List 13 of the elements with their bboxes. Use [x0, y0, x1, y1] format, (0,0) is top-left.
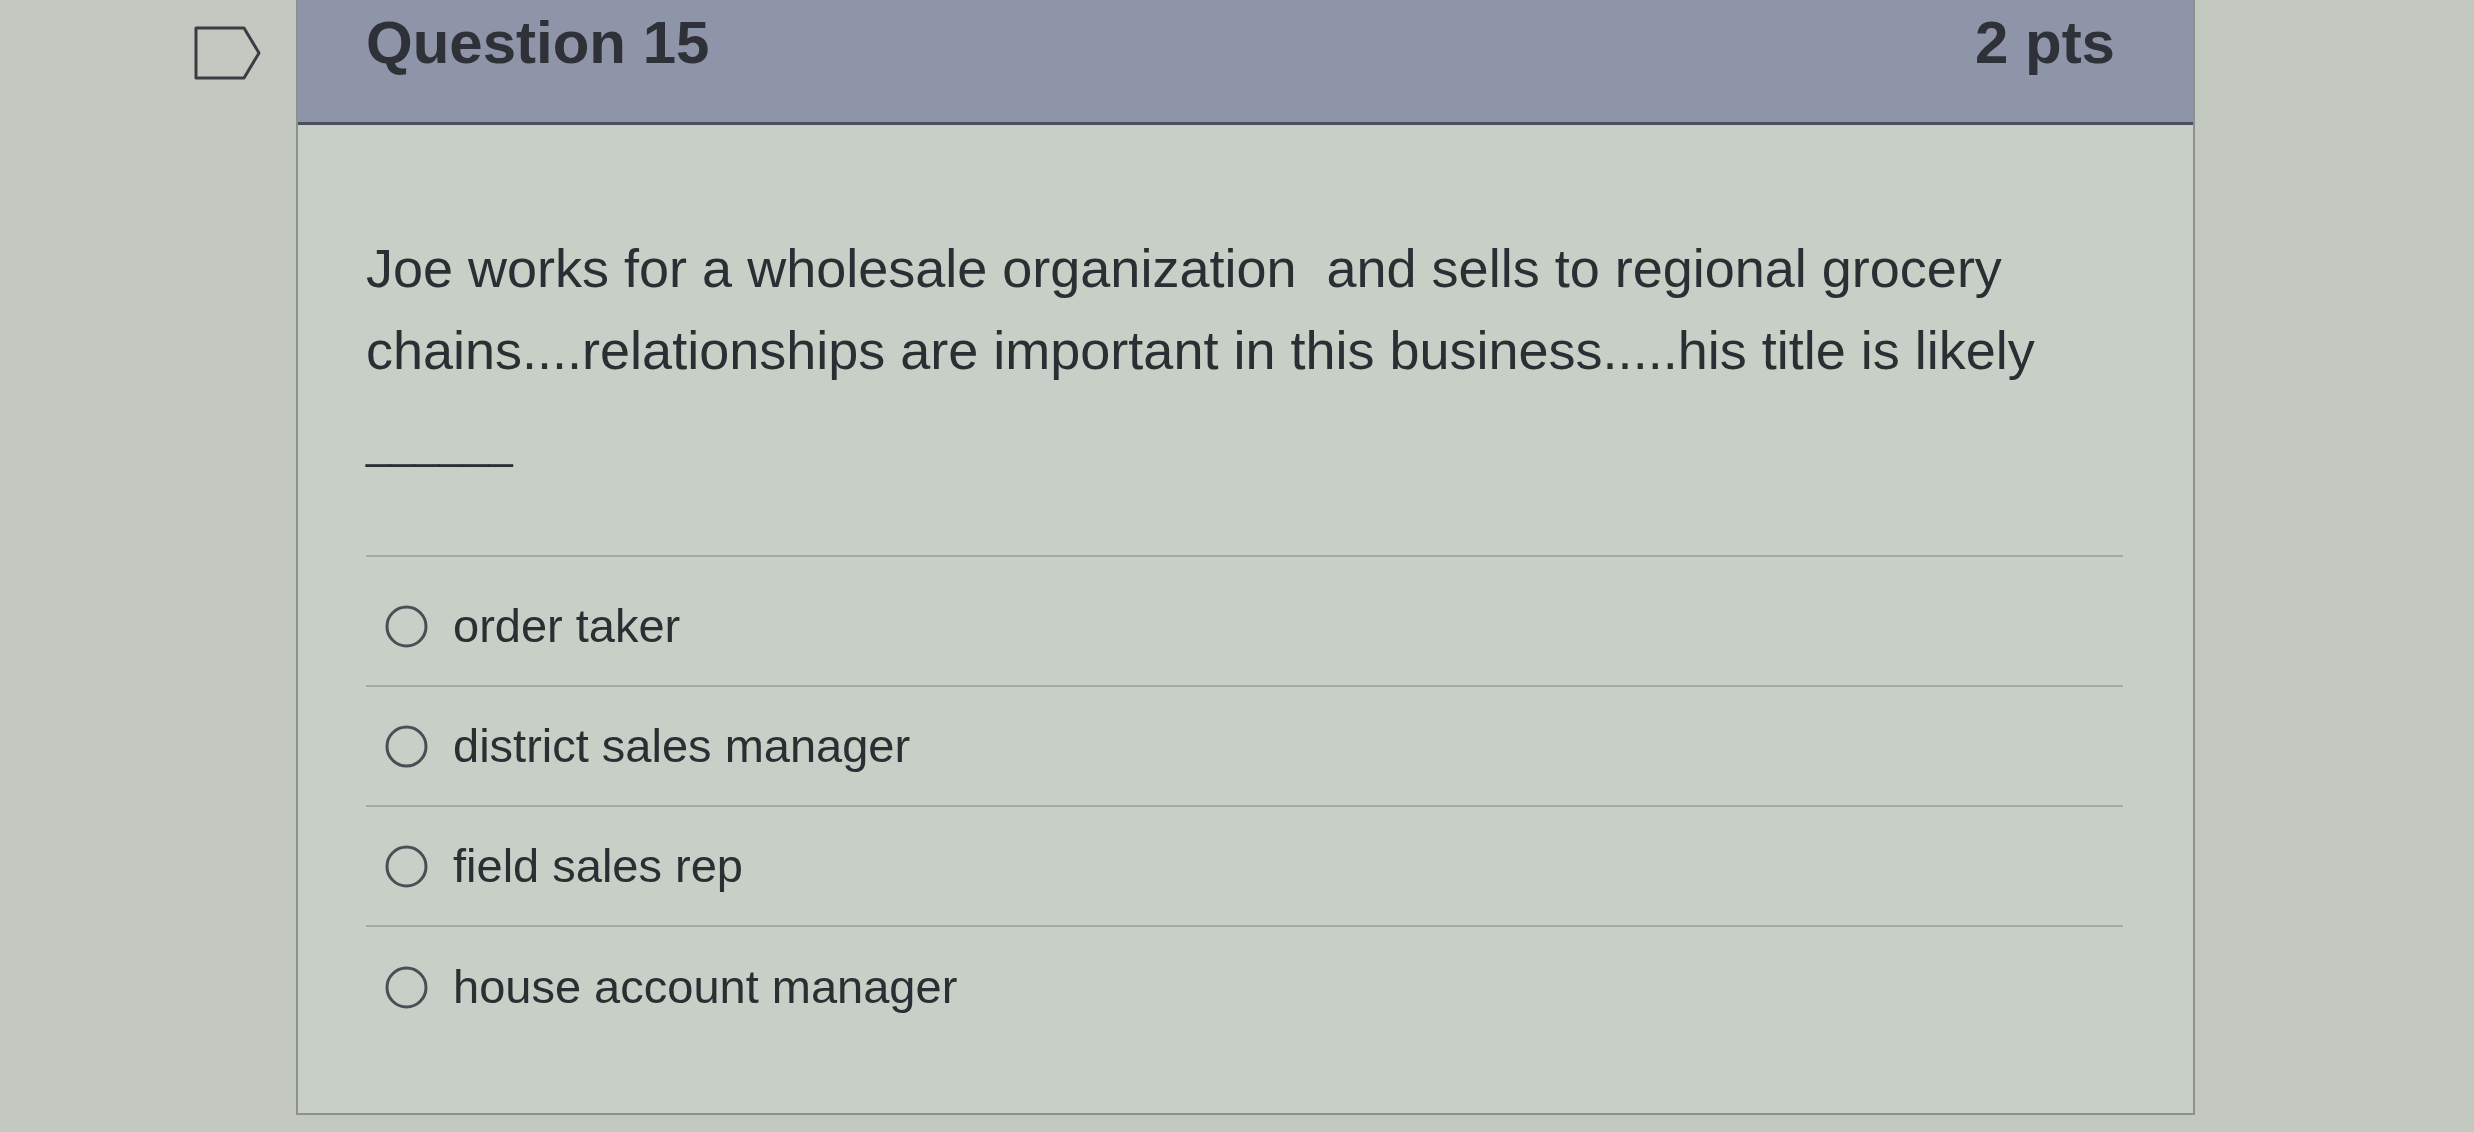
radio-button[interactable]	[385, 965, 428, 1009]
fill-in-line: ______	[366, 417, 513, 469]
radio-button[interactable]	[385, 724, 428, 768]
option-label[interactable]: house account manager	[453, 959, 958, 1015]
question-text: Joe works for a wholesale organization and sells to regional grocery chains....relationships are important in this business.....his title is likely	[366, 237, 2036, 382]
option-label[interactable]: order taker	[453, 598, 681, 654]
radio-button[interactable]	[385, 844, 428, 888]
points-label: 2 pts	[1974, 8, 2115, 78]
option-label[interactable]: field sales rep	[453, 838, 743, 894]
flag-icon[interactable]	[194, 26, 262, 80]
option-label[interactable]: district sales manager	[453, 718, 911, 774]
radio-button[interactable]	[385, 604, 428, 648]
question-title: Question 15	[366, 8, 710, 78]
